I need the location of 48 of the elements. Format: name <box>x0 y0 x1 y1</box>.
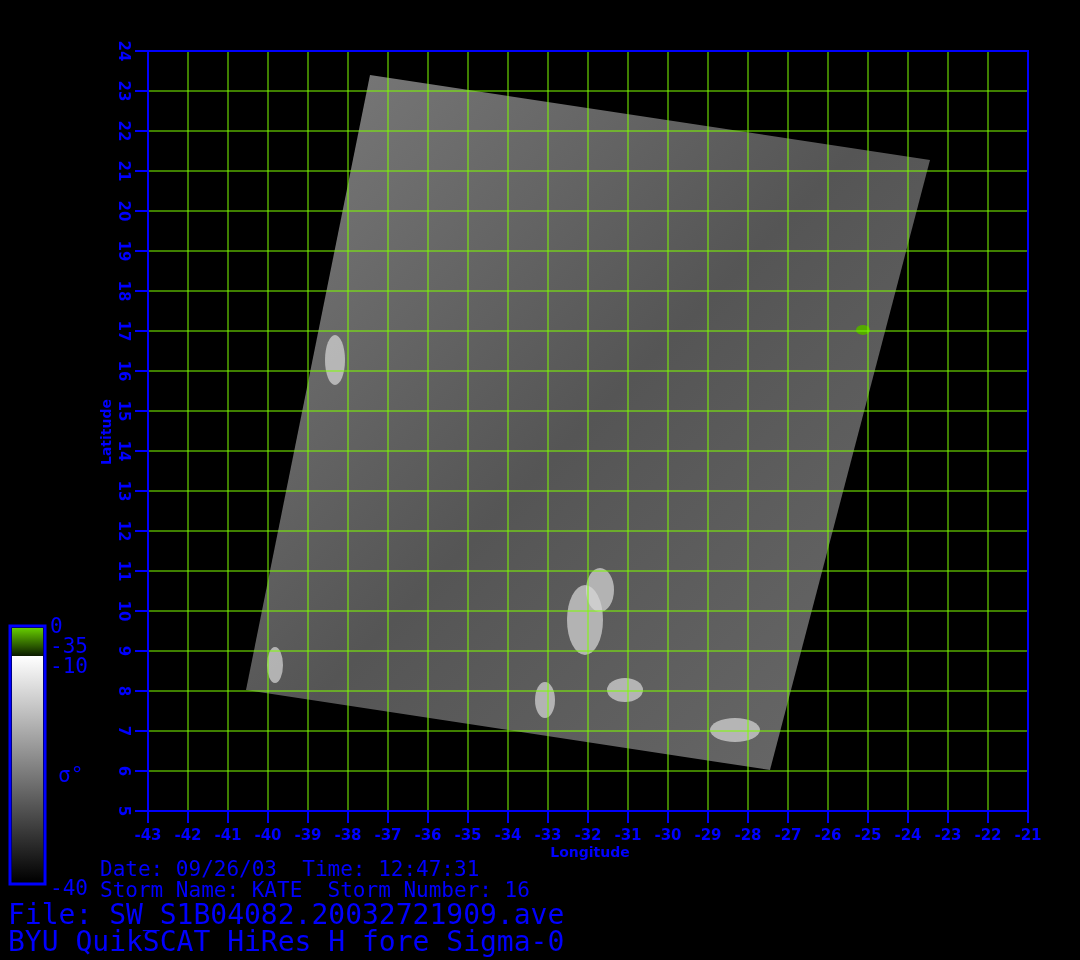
x-tick-label: -35 <box>454 826 482 844</box>
x-tick-label: -33 <box>534 826 562 844</box>
x-tick-label: -40 <box>254 826 282 844</box>
x-tick-label: -24 <box>894 826 922 844</box>
y-tick-label: 17 <box>117 320 129 342</box>
x-tick-label: -31 <box>614 826 642 844</box>
x-tick-label: -25 <box>854 826 882 844</box>
x-axis-label: Longitude <box>550 844 630 860</box>
colorbar-title: σ° <box>58 763 84 787</box>
y-tick-label: 5 <box>117 805 129 817</box>
y-tick-label: 23 <box>117 80 129 102</box>
y-tick-label: 18 <box>117 280 129 302</box>
colorbar-label: -40 <box>50 876 88 900</box>
x-tick-label: -22 <box>974 826 1002 844</box>
x-tick-label: -39 <box>294 826 322 844</box>
x-tick-label: -30 <box>654 826 682 844</box>
y-tick-label: 13 <box>117 480 129 502</box>
y-tick-label: 6 <box>117 765 129 777</box>
y-tick-label: 20 <box>117 200 129 222</box>
date-time-text: Date: 09/26/03 Time: 12:47:31 <box>100 857 480 881</box>
x-tick-label: -36 <box>414 826 442 844</box>
y-tick-label: 9 <box>117 645 129 657</box>
y-tick-label: 8 <box>117 685 129 697</box>
y-axis-label: Latitude <box>98 399 114 465</box>
x-tick-label: -29 <box>694 826 722 844</box>
x-tick-label: -28 <box>734 826 762 844</box>
y-tick-label: 21 <box>117 160 129 182</box>
x-tick-label: -26 <box>814 826 842 844</box>
x-tick-label: -32 <box>574 826 602 844</box>
x-tick-label: -27 <box>774 826 802 844</box>
y-tick-label: 10 <box>117 600 129 622</box>
y-tick-label: 19 <box>117 240 129 262</box>
y-tick-label: 16 <box>117 360 129 382</box>
y-tick-label: 11 <box>117 560 129 582</box>
x-tick-label: -42 <box>174 826 202 844</box>
x-tick-label: -37 <box>374 826 402 844</box>
y-tick-label: 7 <box>117 725 129 737</box>
x-tick-label: -23 <box>934 826 962 844</box>
y-tick-label: 14 <box>117 440 129 462</box>
y-tick-label: 12 <box>117 520 129 542</box>
y-tick-label: 22 <box>117 120 129 142</box>
x-tick-label: -34 <box>494 826 522 844</box>
x-tick-label: -38 <box>334 826 362 844</box>
x-tick-label: -41 <box>214 826 242 844</box>
x-tick-label: -43 <box>134 826 162 844</box>
y-tick-label: 24 <box>117 40 129 62</box>
x-tick-label: -21 <box>1014 826 1042 844</box>
y-tick-label: 15 <box>117 400 129 422</box>
